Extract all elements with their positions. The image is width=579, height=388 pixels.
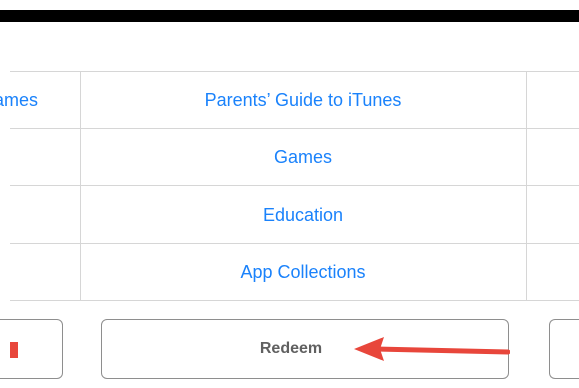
grid-column-divider-right — [526, 71, 527, 301]
link-parents-guide[interactable]: Parents’ Guide to iTunes — [80, 88, 526, 112]
link-games[interactable]: Games — [80, 145, 526, 169]
link-education[interactable]: Education — [80, 203, 526, 227]
grid-divider-bottom — [10, 300, 579, 301]
red-annotation-mark — [10, 342, 18, 358]
grid-divider-row-3 — [10, 243, 579, 244]
partial-left-button[interactable] — [0, 319, 63, 379]
link-app-collections[interactable]: App Collections — [80, 260, 526, 284]
redeem-button-label: Redeem — [259, 340, 323, 357]
grid-divider-top — [10, 71, 579, 72]
clipped-left-cell[interactable]: Guide to Pre-teen Games — [0, 88, 80, 112]
grid-divider-row-2 — [10, 185, 579, 186]
grid-divider-row-1 — [10, 128, 579, 129]
partial-right-button[interactable] — [549, 319, 579, 379]
clipped-left-cell-label: Guide to Pre-teen Games — [0, 90, 38, 110]
annotation-arrow-icon — [354, 337, 510, 361]
top-black-bar — [0, 10, 579, 22]
